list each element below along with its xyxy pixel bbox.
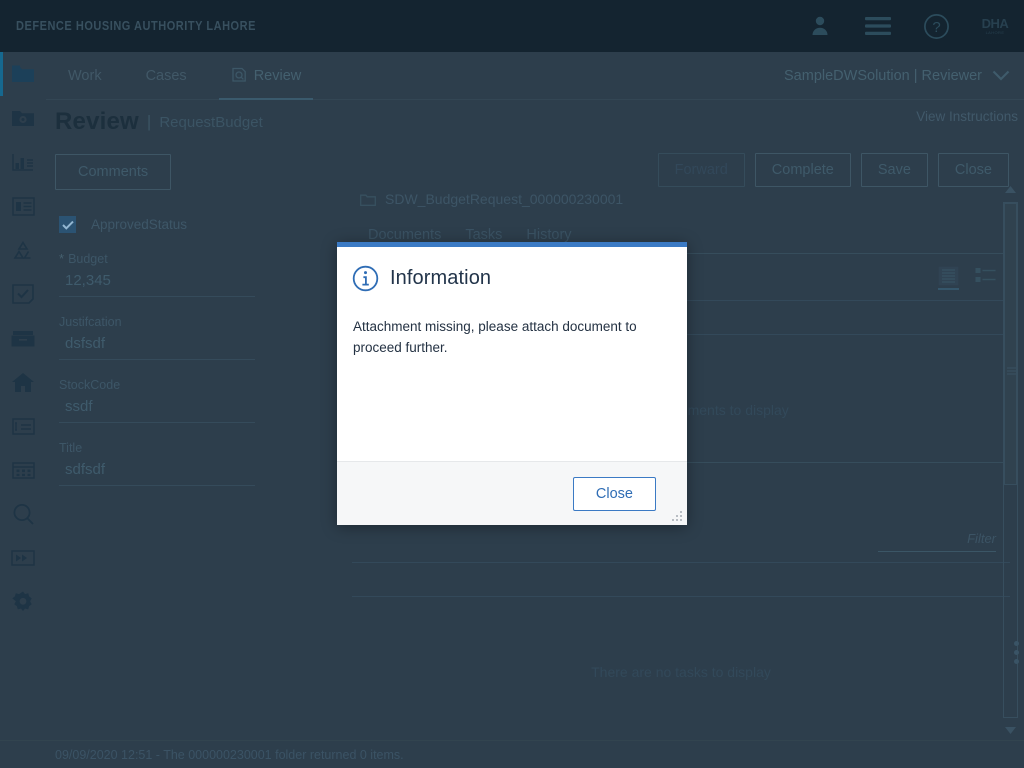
dialog-message: Attachment missing, please attach docume… — [353, 319, 637, 355]
information-dialog: Information Attachment missing, please a… — [337, 242, 687, 525]
dialog-footer: Close — [337, 461, 687, 525]
dialog-title: Information — [390, 267, 492, 289]
info-circle-icon — [352, 265, 379, 292]
dialog-header: Information — [337, 247, 687, 292]
resize-grip-icon[interactable] — [671, 510, 682, 521]
dialog-close-button[interactable]: Close — [572, 476, 656, 511]
